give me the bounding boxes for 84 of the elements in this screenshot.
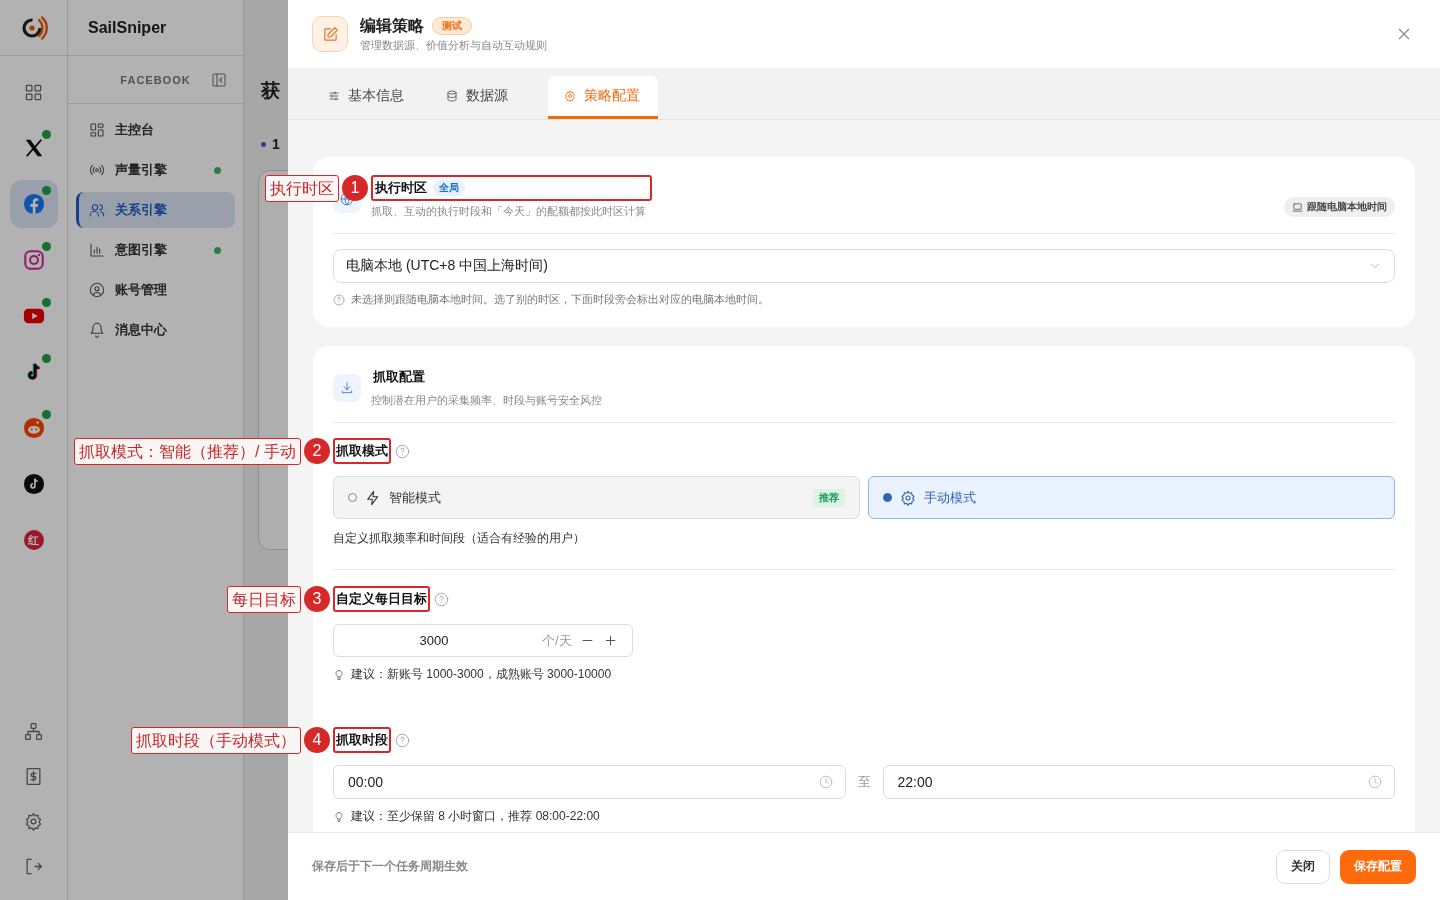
page-title: 获 (261, 79, 281, 103)
lightbulb-icon (333, 668, 345, 681)
clock-icon (818, 775, 833, 789)
tiktok-logo-icon (22, 473, 45, 495)
drawer-title: 编辑策略 (360, 15, 424, 36)
mode-option[interactable]: 智能模式 推荐 (333, 476, 860, 519)
tab[interactable]: 数据源 (430, 76, 540, 119)
logo-icon (19, 13, 48, 42)
rednote-logo: 红 (23, 530, 44, 550)
time-field[interactable]: 00:00 (333, 765, 846, 799)
field-label: 抓取时段 (333, 727, 391, 753)
recommended-badge: 推荐 (813, 488, 845, 507)
plus-icon[interactable] (602, 633, 618, 648)
mode-option[interactable]: 手动模式 (868, 476, 1395, 519)
help-icon[interactable] (395, 443, 410, 459)
step-number: 1 (272, 136, 280, 152)
tip-text: 建议：至少保留 8 小时窗口，推荐 08:00-22:00 (351, 808, 600, 825)
close-button[interactable]: 关闭 (1276, 849, 1330, 884)
dollar-icon[interactable] (24, 767, 43, 786)
app-name: SailSniper (88, 18, 167, 37)
tab[interactable]: 基本信息 (312, 76, 422, 119)
grid-icon (24, 82, 43, 102)
nav-item[interactable]: 声量引擎 (76, 152, 235, 188)
card-description: 控制潜在用户的采集频率、时段与账号安全风控 (371, 393, 603, 408)
database-icon (446, 90, 458, 102)
lightbulb-icon (333, 810, 345, 823)
mode-description: 自定义抓取频率和时间段（适合有经验的用户） (333, 530, 586, 547)
scope-badge: 全局 (433, 180, 465, 196)
laptop-icon (1292, 201, 1303, 213)
platform-button[interactable]: 红 (9, 516, 58, 564)
radio-button[interactable] (883, 493, 892, 502)
help-icon[interactable] (434, 591, 449, 607)
user-circle-icon (89, 282, 105, 298)
dashboard-icon (89, 122, 105, 138)
callout-label: 抓取模式：智能（推荐）/ 手动 (74, 438, 301, 465)
footer-note: 保存后于下一个任务周期生效 (312, 858, 469, 875)
reddit-logo-icon (22, 417, 45, 439)
number-input[interactable]: 3000 (334, 632, 534, 649)
help-text: 未选择则跟随电脑本地时间。选了别的时区，下面时段旁会标出对应的电脑本地时间。 (351, 293, 769, 307)
time-field[interactable]: 22:00 (882, 765, 1395, 799)
field-label: 抓取模式 (333, 438, 391, 464)
settings-icon (564, 90, 576, 102)
card-description: 抓取、互动的执行时段和「今天」的配额都按此时区计算 (371, 204, 647, 219)
nav-item[interactable]: 主控台 (76, 112, 235, 148)
nav-item[interactable]: 关系引擎 (76, 192, 235, 228)
instagram-logo-icon (22, 249, 45, 271)
number-field[interactable]: 3000 个/天 (333, 624, 633, 657)
lightning-icon (365, 489, 381, 506)
step-dot (261, 141, 266, 147)
status-badge: 测试 (432, 17, 472, 35)
drawer-subtitle: 管理数据源、价值分析与自动互动规则 (360, 37, 548, 53)
facebook-logo-icon (22, 193, 45, 215)
download-icon (340, 381, 354, 395)
unit-label: 个/天 (542, 631, 572, 650)
sliders-icon (328, 90, 340, 102)
help-icon[interactable] (395, 732, 410, 748)
local-time-tag: 跟随电脑本地时间 (1284, 197, 1395, 217)
logout-icon[interactable] (24, 857, 43, 876)
field-label: 自定义每日目标 (333, 586, 430, 612)
users-icon (89, 202, 105, 218)
callout-label: 执行时区 (265, 175, 339, 202)
card-title: 抓取配置 (373, 368, 425, 386)
settings-icon[interactable] (24, 812, 43, 831)
tip-text: 建议：新账号 1000-3000，成熟账号 3000-10000 (351, 666, 612, 683)
timezone-select[interactable]: 电脑本地 (UTC+8 中国上海时间) (333, 249, 1395, 283)
bell-icon (89, 322, 105, 338)
broadcast-icon (89, 162, 105, 178)
range-separator: 至 (857, 773, 871, 791)
callout-label: 每日目标 (227, 586, 301, 613)
time-input[interactable]: 00:00 (346, 773, 819, 791)
callout-label: 抓取时段（手动模式） (131, 727, 301, 754)
help-icon (333, 294, 345, 306)
settings-icon (900, 489, 916, 506)
nav-item[interactable]: 意图引擎 (76, 232, 235, 268)
time-input[interactable]: 22:00 (895, 773, 1368, 791)
bar-chart-icon (89, 242, 105, 258)
nav-item[interactable]: 消息中心 (76, 312, 235, 348)
sitemap-icon[interactable] (24, 722, 43, 741)
nav-item[interactable]: 账号管理 (76, 272, 235, 308)
card-title: 执行时区 (375, 179, 427, 197)
clock-icon (1368, 775, 1382, 789)
sidebar-collapse-icon[interactable] (211, 72, 227, 88)
section-label: FACEBOOK (120, 73, 191, 86)
edit-icon (321, 25, 339, 43)
